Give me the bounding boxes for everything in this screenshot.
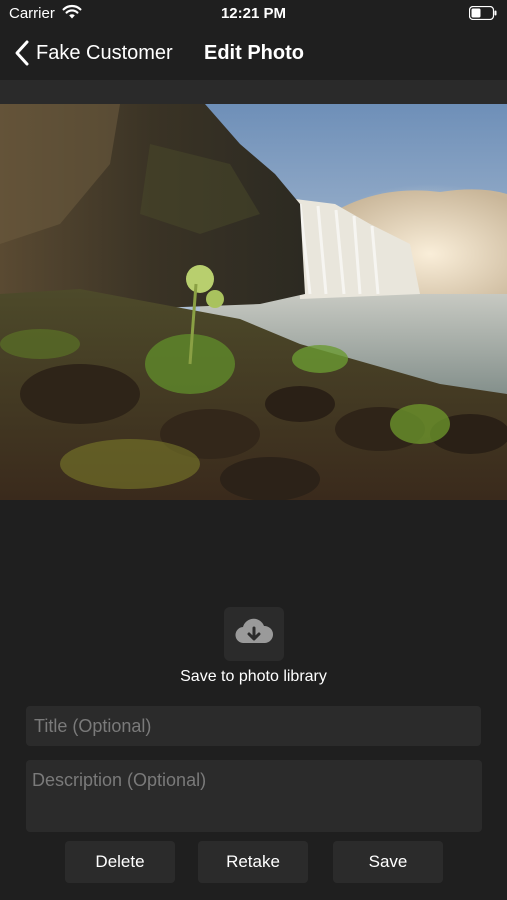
nav-divider [0, 80, 507, 104]
chevron-left-icon [14, 39, 30, 67]
save-to-library-button[interactable] [224, 607, 284, 661]
navigation-bar: Fake Customer Edit Photo [0, 28, 507, 80]
description-input[interactable] [26, 760, 482, 832]
back-button-label: Fake Customer [36, 41, 173, 64]
delete-button[interactable]: Delete [65, 841, 175, 883]
status-time: 12:21 PM [220, 5, 287, 22]
battery-icon [468, 5, 497, 21]
save-button[interactable]: Save [333, 841, 443, 883]
retake-button[interactable]: Retake [198, 841, 308, 883]
cloud-download-icon [234, 617, 274, 652]
status-bar: Carrier 12:21 PM [0, 0, 507, 28]
photo-preview [0, 104, 507, 500]
back-button[interactable]: Fake Customer [14, 38, 173, 68]
waterfall-photo [0, 104, 507, 500]
save-to-library-label: Save to photo library [180, 668, 327, 685]
title-input[interactable] [26, 706, 481, 746]
page-title: Edit Photo [204, 42, 304, 64]
